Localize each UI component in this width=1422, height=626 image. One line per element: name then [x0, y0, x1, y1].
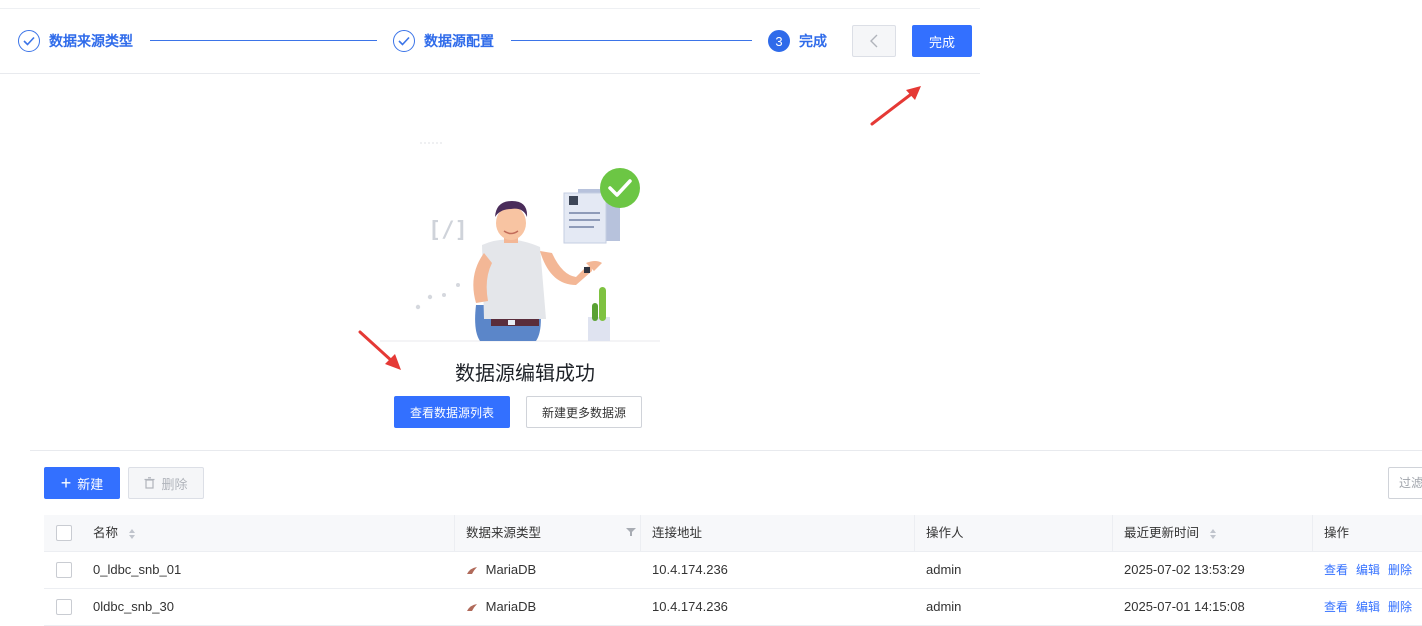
view-link[interactable]: 查看 [1324, 563, 1348, 577]
datasource-table: 名称 数据来源类型 连接地址 操作人 最近更新时间 操作 0_ldbc_snb_… [44, 515, 1422, 626]
check-icon [393, 30, 415, 52]
column-header-type: 数据来源类型 [466, 526, 542, 540]
column-header-updated[interactable]: 最近更新时间 [1124, 515, 1217, 551]
column-separator [914, 515, 915, 551]
table-header: 名称 数据来源类型 连接地址 操作人 最近更新时间 操作 [44, 515, 1422, 552]
column-separator [454, 515, 455, 551]
cell-name: 0_ldbc_snb_01 [93, 562, 182, 577]
create-more-datasource-button[interactable]: 新建更多数据源 [526, 396, 642, 428]
steps-bar: 数据来源类型 数据源配置 3 完成 完成 [0, 9, 980, 74]
cell-address: 10.4.174.236 [652, 562, 728, 577]
step-finish[interactable]: 3 完成 [768, 28, 827, 54]
check-icon [18, 30, 40, 52]
edit-link[interactable]: 编辑 [1356, 563, 1380, 577]
mariadb-icon [467, 566, 477, 574]
column-header-actions: 操作 [1324, 526, 1350, 540]
prev-step-button[interactable] [852, 25, 896, 57]
view-datasource-list-button[interactable]: 查看数据源列表 [394, 396, 510, 428]
edit-link[interactable]: 编辑 [1356, 600, 1380, 614]
column-separator [640, 515, 641, 551]
delete-button[interactable]: 删除 [128, 467, 204, 499]
chevron-left-icon [870, 34, 878, 48]
svg-text:[/]: [/] [428, 218, 468, 243]
filter-input[interactable]: 过滤 [1388, 467, 1422, 499]
filter-icon[interactable] [626, 527, 636, 537]
step-data-source-config[interactable]: 数据源配置 [393, 28, 494, 54]
row-checkbox[interactable] [56, 562, 72, 578]
trash-icon [144, 477, 155, 489]
row-checkbox[interactable] [56, 599, 72, 615]
column-separator [1112, 515, 1113, 551]
column-label: 名称 [93, 526, 119, 540]
delete-link[interactable]: 删除 [1388, 563, 1412, 577]
cell-updated: 2025-07-02 13:53:29 [1124, 562, 1245, 577]
mariadb-icon [467, 603, 477, 611]
step-label: 完成 [799, 33, 827, 49]
step-connector [511, 40, 752, 41]
cell-operator: admin [926, 562, 962, 577]
cell-type: MariaDB [466, 552, 536, 588]
new-button[interactable]: + 新建 [44, 467, 120, 499]
cell-actions: 查看 编辑 删除 [1324, 552, 1420, 588]
column-header-name[interactable]: 名称 [93, 515, 136, 551]
step-label: 数据源配置 [424, 33, 494, 49]
select-all-checkbox[interactable] [56, 525, 72, 541]
step-data-source-type[interactable]: 数据来源类型 [18, 28, 133, 54]
success-illustration: [/] [380, 142, 660, 342]
delete-button-label: 删除 [161, 476, 188, 492]
plus-icon: + [60, 473, 72, 493]
column-label: 最近更新时间 [1124, 526, 1200, 540]
step-connector [150, 40, 377, 41]
cell-type: MariaDB [466, 589, 536, 625]
annotation-arrow-icon [870, 86, 921, 126]
view-link[interactable]: 查看 [1324, 600, 1348, 614]
section-divider [30, 450, 1422, 451]
table-row: 0_ldbc_snb_01 MariaDB 10.4.174.236 admin… [44, 552, 1422, 589]
cell-actions: 查看 编辑 删除 [1324, 589, 1420, 625]
sort-icon [1209, 528, 1216, 539]
cell-address: 10.4.174.236 [652, 599, 728, 614]
cell-type-label: MariaDB [485, 599, 537, 614]
sort-icon [128, 528, 135, 539]
cell-name: 0ldbc_snb_30 [93, 599, 174, 614]
cell-type-label: MariaDB [485, 562, 537, 577]
finish-button[interactable]: 完成 [912, 25, 972, 57]
table-row: 0ldbc_snb_30 MariaDB 10.4.174.236 admin … [44, 589, 1422, 626]
column-header-operator: 操作人 [926, 526, 964, 540]
delete-link[interactable]: 删除 [1388, 600, 1412, 614]
success-title: 数据源编辑成功 [455, 363, 595, 385]
column-separator [1312, 515, 1313, 551]
step-number-badge: 3 [768, 30, 790, 52]
step-label: 数据来源类型 [49, 33, 133, 49]
cell-operator: admin [926, 599, 962, 614]
new-button-label: 新建 [77, 476, 104, 492]
cell-updated: 2025-07-01 14:15:08 [1124, 599, 1245, 614]
column-header-address: 连接地址 [652, 526, 703, 540]
